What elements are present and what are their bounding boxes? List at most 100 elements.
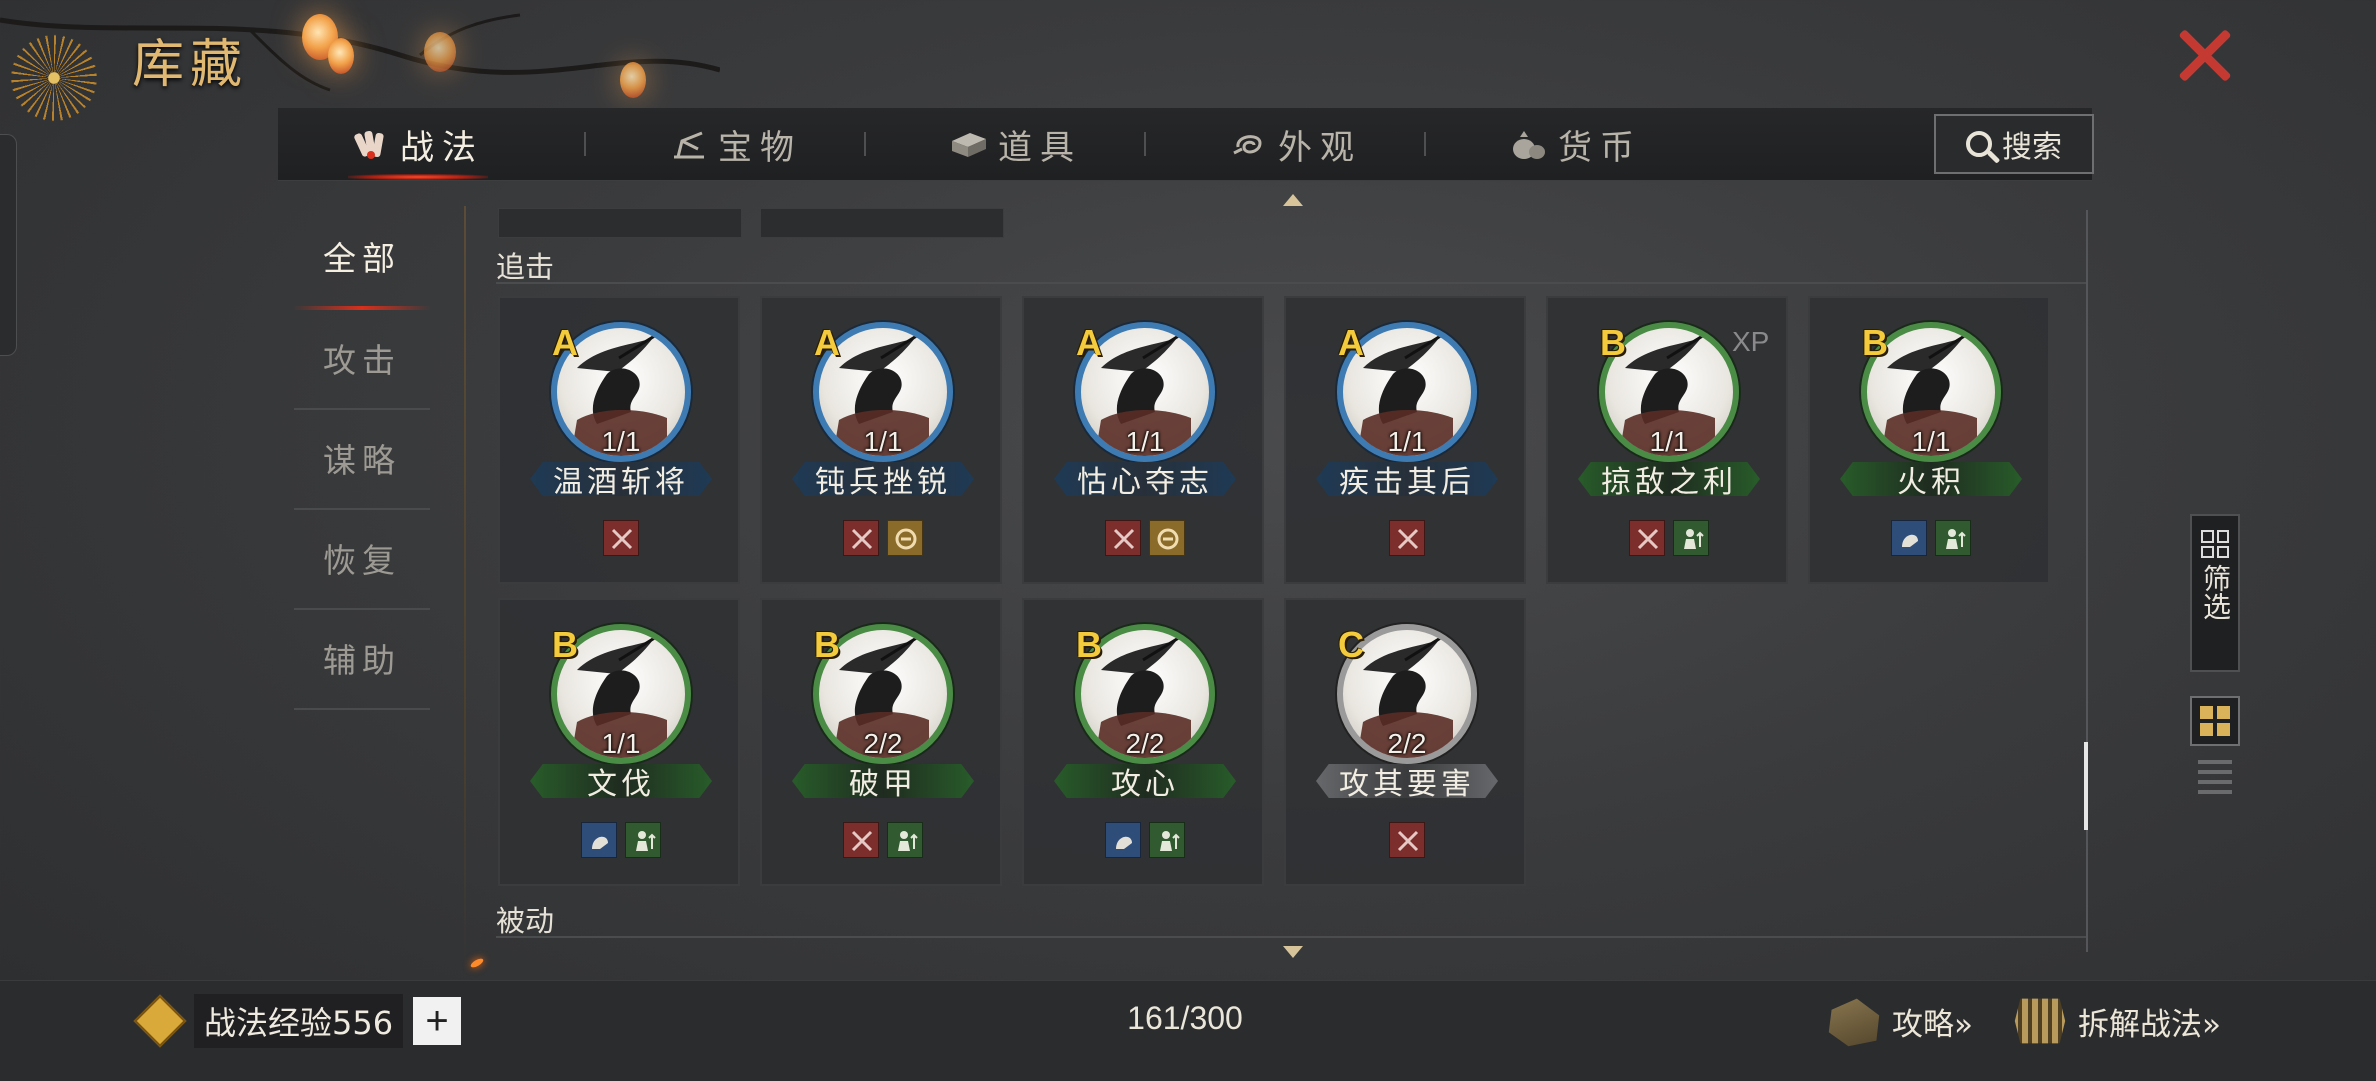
grade-badge: A	[814, 322, 840, 363]
section-divider	[496, 282, 2086, 284]
tactic-name: 攻心	[1054, 764, 1236, 798]
category-label: 攻击	[323, 341, 401, 380]
tactic-count: 1/1	[1649, 426, 1689, 457]
tactic-count: 1/1	[601, 426, 641, 457]
attack-tag-icon	[1389, 520, 1425, 556]
support-tag-icon	[1935, 520, 1971, 556]
category-strategy[interactable]: 谋略	[294, 408, 430, 510]
attack-tag-icon	[843, 822, 879, 858]
firework-decoration	[6, 30, 102, 126]
tactic-name: 温酒斩将	[530, 462, 712, 496]
tactic-card[interactable]: A 1/1 疾击其后	[1284, 296, 1526, 584]
tactic-card[interactable]: B XP 1/1 掠敌之利	[1546, 296, 1788, 584]
category-recovery[interactable]: 恢复	[294, 508, 430, 610]
tab-tactics[interactable]: 战法	[278, 108, 558, 180]
grade-badge: A	[1338, 322, 1364, 363]
money-bag-icon	[1513, 131, 1545, 159]
strategy-tag-icon	[1105, 822, 1141, 858]
control-tag-icon	[1149, 520, 1185, 556]
tactic-name: 钝兵挫锐	[792, 462, 974, 496]
scrollbar-thumb[interactable]	[2084, 742, 2088, 830]
item-box-icon	[952, 133, 986, 157]
tactic-card[interactable]: A 1/1 怙心夺志	[1022, 296, 1264, 584]
tactic-tags	[762, 520, 1004, 556]
grade-badge: B	[1862, 322, 1888, 363]
tactic-tags	[500, 822, 742, 858]
tactic-name: 破甲	[792, 764, 974, 798]
tactic-card[interactable]: B 1/1 文伐	[498, 598, 740, 886]
grade-badge: B	[552, 624, 578, 665]
grade-badge: A	[1076, 322, 1102, 363]
tactic-tags	[1286, 520, 1528, 556]
tab-divider	[1424, 132, 1426, 156]
tab-currency[interactable]: 货币	[1436, 108, 1716, 180]
category-label: 辅助	[323, 641, 401, 680]
tactic-name: 掠敌之利	[1578, 462, 1760, 496]
tactic-name: 火积	[1840, 462, 2022, 496]
appearance-swirl-icon	[1233, 135, 1262, 155]
filter-label: 筛选	[2199, 564, 2232, 620]
capacity-count: 161/300	[1127, 1000, 1243, 1036]
guide-label: 攻略»	[1892, 1006, 1973, 1043]
tab-label: 货币	[1558, 127, 1642, 168]
control-tag-icon	[887, 520, 923, 556]
category-all[interactable]: 全部	[294, 206, 430, 310]
filter-button[interactable]: 筛选	[2190, 514, 2240, 672]
grade-badge: B	[1076, 624, 1102, 665]
category-label: 全部	[323, 239, 401, 278]
tactic-card[interactable]: B 2/2 破甲	[760, 598, 1002, 886]
tactic-tags	[1548, 520, 1790, 556]
tactic-count: 1/1	[1125, 426, 1165, 457]
section-divider	[496, 936, 2086, 938]
attack-tag-icon	[1389, 822, 1425, 858]
tab-items[interactable]: 道具	[876, 108, 1156, 180]
attack-tag-icon	[1105, 520, 1141, 556]
tactic-count: 1/1	[601, 728, 641, 759]
category-label: 恢复	[323, 541, 401, 580]
tab-label: 战法	[400, 127, 484, 168]
grade-badge: B	[814, 624, 840, 665]
scroll-track	[2086, 210, 2088, 952]
tactic-card[interactable]: B 1/1 火积	[1808, 296, 2050, 584]
add-exp-button[interactable]: +	[413, 997, 462, 1045]
category-tab-bar: 战法 宝物 道具 外观 货币	[278, 108, 2092, 181]
tactic-card[interactable]: B 2/2 攻心	[1022, 598, 1264, 886]
tactic-tags	[762, 822, 1004, 858]
tactic-tags	[1810, 520, 2052, 556]
scroll-down-arrow[interactable]	[1283, 946, 1303, 958]
tactic-name: 怙心夺志	[1054, 462, 1236, 496]
tab-treasure[interactable]: 宝物	[596, 108, 876, 180]
category-label: 谋略	[323, 441, 401, 480]
tactic-card[interactable]: A 1/1 钝兵挫锐	[760, 296, 1002, 584]
grade-badge: C	[1338, 624, 1364, 665]
side-pull-tab[interactable]	[0, 134, 17, 356]
grid-view-button[interactable]	[2190, 696, 2240, 746]
tactic-name: 疾击其后	[1316, 462, 1498, 496]
scroll-up-arrow[interactable]	[1283, 194, 1303, 206]
tactic-count: 2/2	[1387, 728, 1427, 759]
treasure-icon	[674, 131, 704, 159]
guide-link[interactable]: 攻略»	[1826, 990, 1973, 1052]
close-button[interactable]	[2176, 26, 2234, 84]
strategy-tag-icon	[1891, 520, 1927, 556]
lantern-decoration	[620, 62, 646, 98]
partial-card	[760, 208, 1004, 238]
support-tag-icon	[887, 822, 923, 858]
tactic-exp-label: 战法经验556	[194, 994, 404, 1048]
guide-book-icon	[1828, 998, 1880, 1047]
tactic-card[interactable]: A 1/1 温酒斩将	[498, 296, 740, 584]
tab-appearance[interactable]: 外观	[1156, 108, 1436, 180]
dismantle-tactics-link[interactable]: 拆解战法»	[2012, 990, 2221, 1052]
tactic-count: 1/1	[1387, 426, 1427, 457]
support-tag-icon	[1149, 822, 1185, 858]
tactic-card[interactable]: C 2/2 攻其要害	[1284, 598, 1526, 886]
tactic-count: 2/2	[863, 728, 903, 759]
category-support[interactable]: 辅助	[294, 608, 430, 710]
tactic-tags	[1024, 822, 1266, 858]
tab-divider	[1144, 132, 1146, 156]
category-attack[interactable]: 攻击	[294, 308, 430, 410]
search-button[interactable]: 搜索	[1934, 114, 2094, 174]
lantern-decoration	[424, 32, 456, 72]
grade-badge: A	[552, 322, 578, 363]
list-view-button[interactable]	[2198, 760, 2232, 794]
